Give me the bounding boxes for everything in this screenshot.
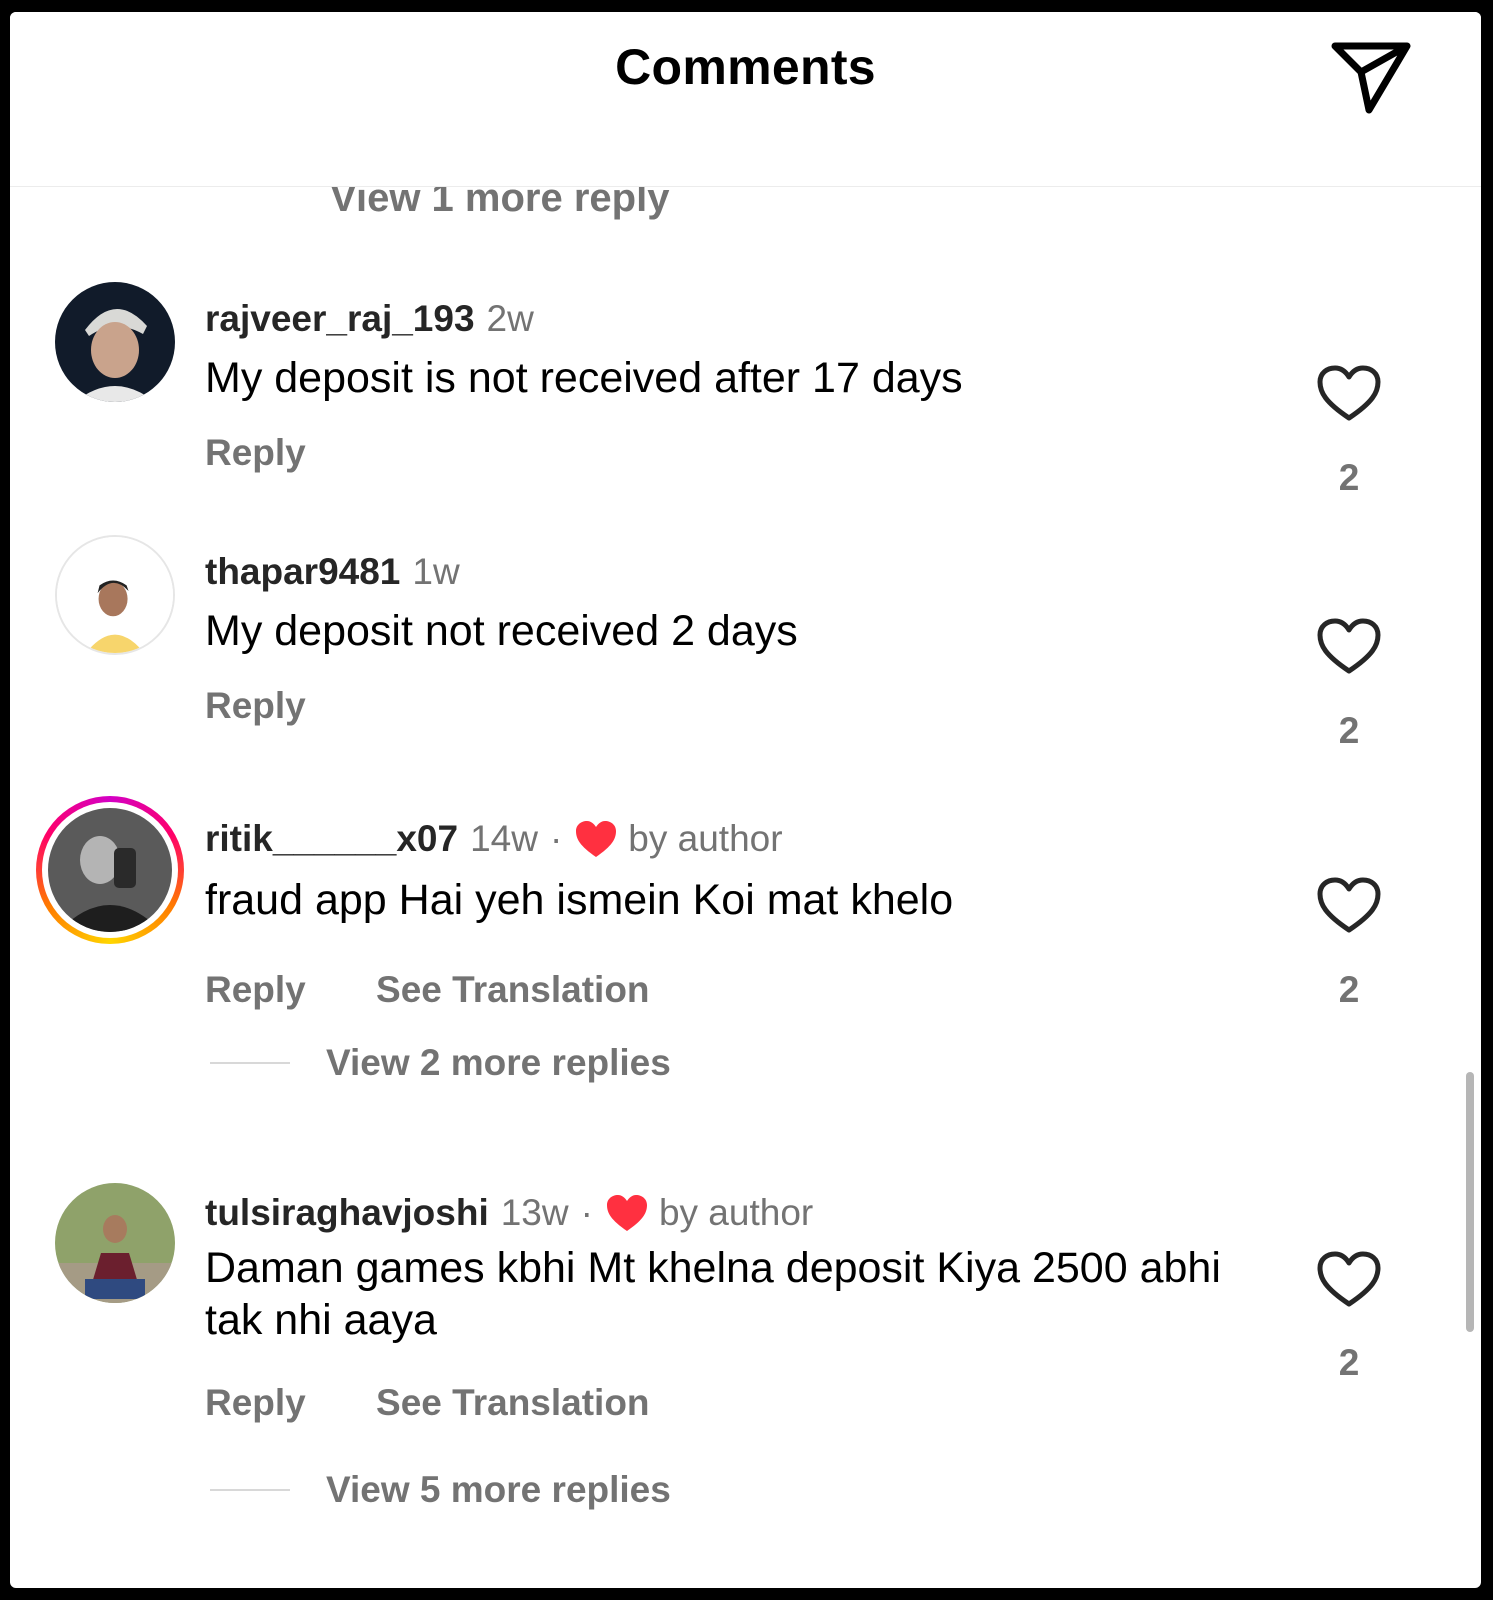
reply-button[interactable]: Reply — [205, 685, 306, 726]
like-count: 2 — [1338, 1342, 1360, 1383]
reply-button[interactable]: Reply — [205, 1382, 306, 1423]
like-count: 2 — [1338, 969, 1360, 1010]
view-more-replies-label[interactable]: View 2 more replies — [326, 1042, 671, 1084]
see-translation-button[interactable]: See Translation — [376, 969, 650, 1010]
comment-meta: ritik______x07 14w · by author — [205, 818, 783, 860]
story-ring[interactable] — [36, 796, 184, 944]
like-count: 2 — [1338, 710, 1360, 751]
avatar[interactable] — [55, 535, 175, 655]
comment-actions: Reply See Translation — [205, 969, 710, 1011]
username[interactable]: tulsiraghavjoshi — [205, 1192, 489, 1234]
username[interactable]: ritik______x07 — [205, 818, 458, 860]
comment-text: My deposit is not received after 17 days — [205, 354, 963, 402]
see-translation-button[interactable]: See Translation — [376, 1382, 650, 1423]
comment-actions: Reply — [205, 685, 366, 727]
comments-sheet: Comments View 1 more reply rajveer_raj_1… — [10, 12, 1481, 1588]
reply-button[interactable]: Reply — [205, 432, 306, 473]
divider — [210, 1062, 290, 1064]
view-more-replies[interactable]: View 2 more replies — [210, 1042, 671, 1084]
author-badge: by author — [658, 1192, 814, 1233]
reply-button[interactable]: Reply — [205, 969, 306, 1010]
separator-dot: · — [549, 818, 563, 859]
scrollbar[interactable] — [1466, 1072, 1474, 1332]
avatar[interactable] — [55, 282, 175, 402]
timestamp: 13w — [500, 1192, 569, 1233]
comment-text: My deposit not received 2 days — [205, 607, 798, 655]
view-more-replies[interactable]: View 5 more replies — [210, 1469, 671, 1511]
heart-outline-icon[interactable] — [1315, 617, 1383, 677]
username[interactable]: rajveer_raj_193 — [205, 298, 475, 340]
header: Comments — [10, 12, 1481, 187]
username[interactable]: thapar9481 — [205, 551, 400, 593]
page-title: Comments — [615, 39, 876, 95]
heart-outline-icon[interactable] — [1315, 876, 1383, 936]
view-more-replies-label[interactable]: View 5 more replies — [326, 1469, 671, 1511]
comment-text: Daman games kbhi Mt khelna deposit Kiya … — [205, 1244, 1221, 1344]
like-count: 2 — [1338, 457, 1360, 498]
send-icon[interactable] — [1325, 28, 1417, 120]
avatar — [48, 808, 172, 932]
heart-filled-icon — [574, 819, 618, 859]
comment-meta: rajveer_raj_193 2w — [205, 298, 534, 340]
heart-outline-icon[interactable] — [1315, 1250, 1383, 1310]
heart-outline-icon[interactable] — [1315, 364, 1383, 424]
heart-filled-icon — [605, 1193, 649, 1233]
divider — [210, 1489, 290, 1491]
avatar[interactable] — [55, 1183, 175, 1303]
timestamp: 2w — [486, 298, 534, 339]
timestamp: 14w — [470, 818, 538, 859]
comment-actions: Reply See Translation — [205, 1382, 710, 1424]
comment-meta: thapar9481 1w — [205, 551, 460, 593]
comment-text: fraud app Hai yeh ismein Koi mat khelo — [205, 876, 954, 924]
author-badge: by author — [628, 818, 783, 859]
comment-actions: Reply — [205, 432, 366, 474]
comment-meta: tulsiraghavjoshi 13w · by author — [205, 1192, 813, 1234]
separator-dot: · — [580, 1192, 593, 1233]
timestamp: 1w — [412, 551, 460, 592]
